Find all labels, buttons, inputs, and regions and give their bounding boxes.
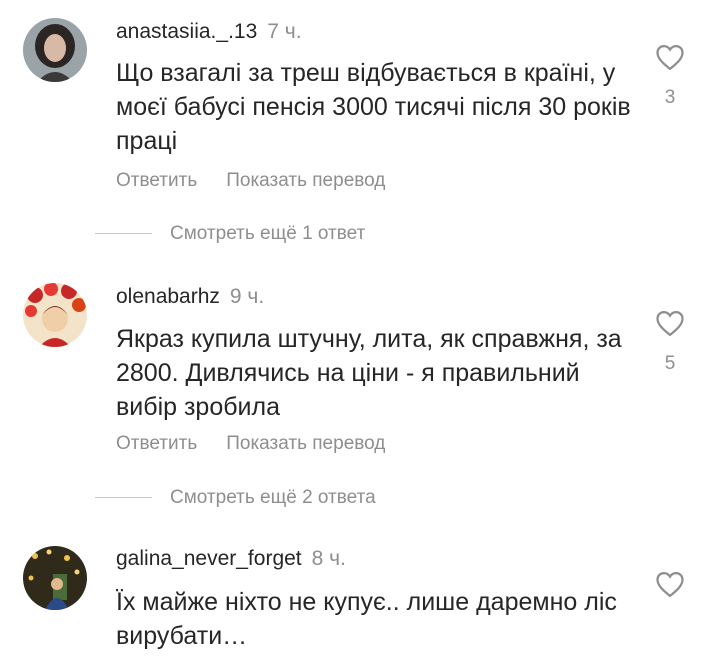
show-translation-button[interactable]: Показать перевод [226,433,385,454]
view-replies-label: Смотреть ещё 1 ответ [170,223,366,244]
avatar[interactable] [23,18,87,82]
comment-header: galina_never_forget 8 ч. [116,547,346,571]
reply-button[interactable]: Ответить [116,170,197,191]
avatar[interactable] [23,546,87,610]
view-replies-label: Смотреть ещё 2 ответа [170,487,376,508]
username[interactable]: galina_never_forget [116,547,302,570]
heart-outline-icon[interactable] [650,43,690,71]
comment-text: Якраз купила штучну, лита, як справжня, … [116,325,622,421]
like-control [650,570,690,598]
comment-header: anastasiia._.13 7 ч. [116,20,302,44]
comment-header: olenabarhz 9 ч. [116,285,264,309]
username[interactable]: olenabarhz [116,285,220,308]
comment-actions: Ответить Показать перевод [116,433,385,455]
heart-outline-icon[interactable] [650,570,690,598]
reply-button[interactable]: Ответить [116,433,197,454]
divider-line [95,497,152,499]
username[interactable]: anastasiia._.13 [116,20,257,43]
comment: anastasiia._.13 7 ч. Що взагалі за треш в… [0,0,720,250]
divider-line [95,233,152,235]
comment: galina_never_forget 8 ч. Їх майже ніхто н… [0,530,720,667]
heart-outline-icon[interactable] [650,309,690,337]
like-control: 3 [650,43,690,109]
view-replies-button[interactable]: Смотреть ещё 2 ответа [95,487,376,509]
comment: olenabarhz 9 ч. Якраз купила штучну, лита… [0,265,720,515]
show-translation-button[interactable]: Показать перевод [226,170,385,191]
view-replies-button[interactable]: Смотреть ещё 1 ответ [95,223,365,245]
like-control: 5 [650,309,690,375]
comment-text: Що взагалі за треш відбувається в країні… [116,59,631,155]
comment-actions: Ответить Показать перевод [116,170,385,192]
comment-text: Їх майже ніхто не купує.. лише даремно л… [116,588,617,650]
avatar[interactable] [23,283,87,347]
like-count: 3 [664,87,676,108]
timestamp: 9 ч. [229,285,265,308]
timestamp: 8 ч. [311,547,346,570]
timestamp: 7 ч. [267,20,302,43]
like-count: 5 [664,353,676,374]
